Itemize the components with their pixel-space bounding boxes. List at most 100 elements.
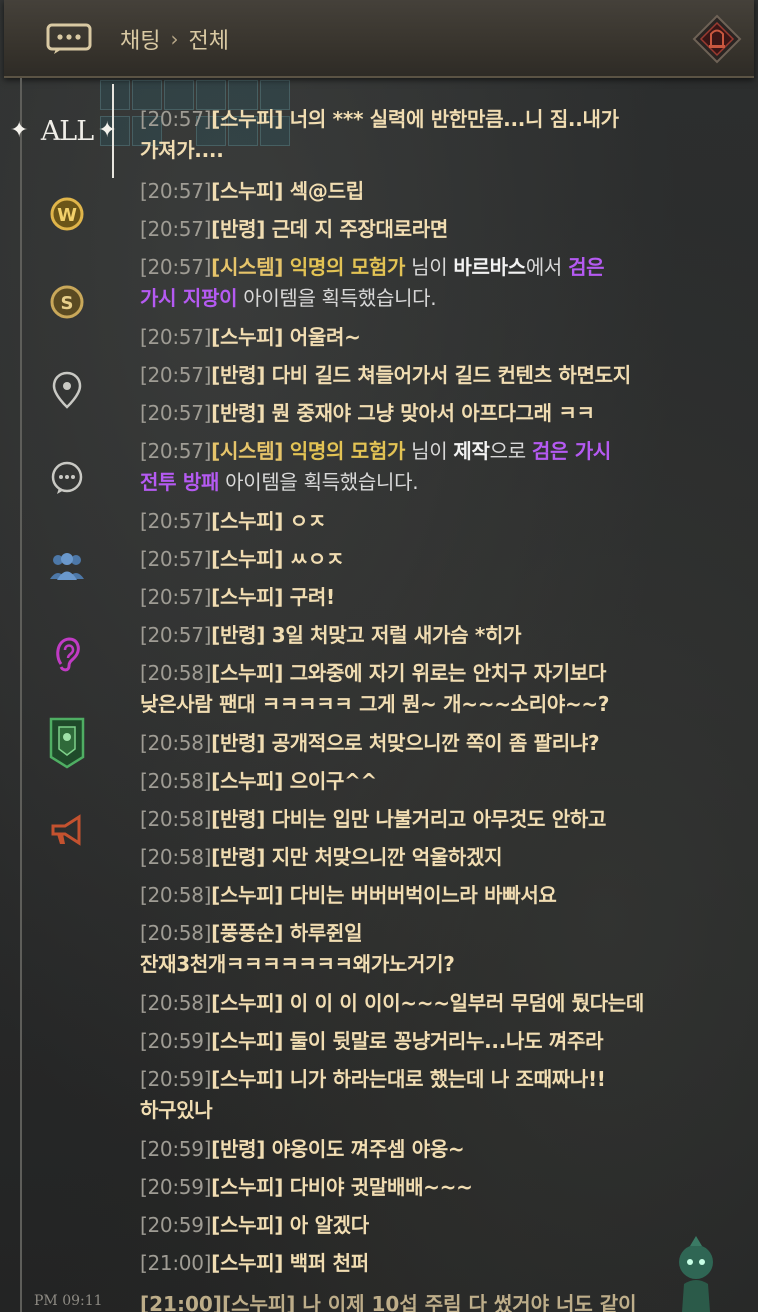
- cut-off-message: [21:00][스누피] 나 이제 10섭 주림 다 썼거야 너도 같이: [140, 1292, 637, 1312]
- message-text: 으이구^^: [283, 769, 378, 793]
- chat-message[interactable]: [20:58][반령] 지만 처맞으니깐 억울하겠지: [140, 842, 700, 873]
- message-sender[interactable]: [스누피]: [211, 769, 283, 793]
- chat-bubble-icon[interactable]: [46, 23, 92, 55]
- message-sender[interactable]: [스누피]: [211, 661, 283, 685]
- chat-message[interactable]: [20:57][시스템] 익명의 모험가 님이 바르바스에서 검은 가시 지팡이 …: [140, 252, 700, 314]
- tab-world[interactable]: W: [22, 184, 112, 244]
- message-timestamp: [20:57]: [140, 325, 212, 349]
- tab-general[interactable]: [22, 448, 112, 508]
- message-sender[interactable]: [반령]: [211, 845, 265, 869]
- message-timestamp: [20:59]: [140, 1213, 212, 1237]
- message-sender[interactable]: [스누피]: [211, 991, 283, 1015]
- chat-message[interactable]: [20:58][반령] 다비는 입만 나불거리고 아무것도 안하고: [140, 804, 700, 835]
- tab-location[interactable]: [22, 360, 112, 420]
- message-sender[interactable]: [스누피]: [211, 547, 283, 571]
- message-timestamp: [20:58]: [140, 991, 212, 1015]
- message-timestamp: [20:58]: [140, 661, 212, 685]
- chat-message[interactable]: [20:57][반령] 3일 처맞고 저럴 새가슴 *히가: [140, 620, 700, 651]
- chat-message[interactable]: [20:59][스누피] 다비야 귓말배배~~~: [140, 1172, 700, 1203]
- chat-message[interactable]: [20:58][스누피] 다비는 버버버벅이느라 바빠서요: [140, 880, 700, 911]
- message-sender[interactable]: [스누피]: [211, 883, 283, 907]
- breadcrumb-root[interactable]: 채팅: [120, 23, 160, 55]
- message-line: [20:59][스누피] 다비야 귓말배배~~~: [140, 1172, 700, 1203]
- chat-message[interactable]: [20:57][스누피] 어울려~: [140, 322, 700, 353]
- message-sender[interactable]: [반령]: [211, 623, 265, 647]
- message-sender[interactable]: [반령]: [211, 363, 265, 387]
- chat-message[interactable]: [20:59][반령] 야옹이도 껴주셈 야옹~: [140, 1134, 700, 1165]
- chat-message[interactable]: [20:57][반령] 뭔 중재야 그냥 맞아서 아프다그래 ㅋㅋ: [140, 398, 700, 429]
- item-name[interactable]: 전투 방패: [140, 470, 219, 494]
- message-sender[interactable]: [반령]: [211, 217, 265, 241]
- message-text: 야옹이도 껴주셈 야옹~: [265, 1137, 465, 1161]
- system-text: 님이: [405, 439, 454, 463]
- message-line: [20:57][스누피] 너의 *** 실력에 반한만큼...니 짐..내가: [140, 104, 700, 135]
- chat-message[interactable]: [20:57][스누피] 구려!: [140, 582, 700, 613]
- message-text: 잔재3천개ㅋㅋㅋㅋㅋㅋㅋ왜가노거기?: [140, 952, 455, 976]
- message-line: [20:59][스누피] 둘이 뒷말로 꽁냥거리누...나도 껴주라: [140, 1026, 700, 1057]
- tab-guild[interactable]: [22, 712, 112, 772]
- message-sender[interactable]: [풍풍순]: [211, 921, 283, 945]
- chat-message[interactable]: [20:57][스누피] 너의 *** 실력에 반한만큼...니 짐..내가 가져…: [140, 104, 700, 166]
- message-text: 뭔 중재야 그냥 맞아서 아프다그래 ㅋㅋ: [265, 401, 595, 425]
- message-sender[interactable]: [스누피]: [211, 179, 283, 203]
- tab-whisper[interactable]: [22, 624, 112, 684]
- message-line: 하구있나: [140, 1095, 700, 1126]
- message-sender[interactable]: [스누피]: [211, 585, 283, 609]
- message-line: 전투 방패 아이템을 획득했습니다.: [140, 467, 700, 498]
- message-line: [20:57][반령] 3일 처맞고 저럴 새가슴 *히가: [140, 620, 700, 651]
- chat-message[interactable]: [20:57][스누피] ㅆㅇㅈ: [140, 544, 700, 575]
- message-timestamp: [20:57]: [140, 509, 212, 533]
- chat-message[interactable]: [20:58][반령] 공개적으로 처맞으니깐 쪽이 좀 팔리냐?: [140, 728, 700, 759]
- message-timestamp: [20:57]: [140, 107, 212, 131]
- message-sender[interactable]: [반령]: [211, 401, 265, 425]
- chat-message[interactable]: [21:00][스누피] 백퍼 천퍼: [140, 1248, 700, 1279]
- chat-message[interactable]: [20:57][반령] 다비 길드 쳐들어가서 길드 컨텐츠 하면도지: [140, 360, 700, 391]
- message-sender[interactable]: [스누피]: [211, 325, 283, 349]
- message-line: [20:58][반령] 공개적으로 처맞으니깐 쪽이 좀 팔리냐?: [140, 728, 700, 759]
- chat-message[interactable]: [20:58][스누피] 으이구^^: [140, 766, 700, 797]
- chat-message[interactable]: [20:57][시스템] 익명의 모험가 님이 제작으로 검은 가시 전투 방패 …: [140, 436, 700, 498]
- chat-message[interactable]: [20:58][풍풍순] 하루쥔일 잔재3천개ㅋㅋㅋㅋㅋㅋㅋ왜가노거기?: [140, 918, 700, 980]
- system-sender: [시스템]: [211, 439, 284, 463]
- chat-message[interactable]: [20:57][반령] 근데 지 주장대로라면: [140, 214, 700, 245]
- message-sender[interactable]: [스누피]: [211, 1213, 283, 1237]
- message-sender[interactable]: [스누피]: [211, 509, 283, 533]
- adventurer-name[interactable]: 익명의 모험가: [283, 439, 406, 463]
- tab-announcement[interactable]: [22, 800, 112, 860]
- adventurer-name[interactable]: 익명의 모험가: [283, 255, 406, 279]
- item-name[interactable]: 가시 지팡이: [140, 286, 237, 310]
- svg-text:W: W: [57, 205, 77, 226]
- chat-message[interactable]: [20:59][스누피] 니가 하라는대로 했는데 나 조때짜나!! 하구있나: [140, 1064, 700, 1126]
- message-sender[interactable]: [반령]: [211, 731, 265, 755]
- message-line: 잔재3천개ㅋㅋㅋㅋㅋㅋㅋ왜가노거기?: [140, 949, 700, 980]
- message-sender[interactable]: [반령]: [211, 807, 265, 831]
- message-text: 둘이 뒷말로 꽁냥거리누...나도 껴주라: [283, 1029, 604, 1053]
- item-name[interactable]: 검은 가시: [532, 439, 611, 463]
- message-line: [20:58][스누피] 이 이 이 이이~~~일부러 무덤에 뒀다는데: [140, 988, 700, 1019]
- chat-message[interactable]: [20:57][스누피] 섹@드립: [140, 176, 700, 207]
- message-line: [20:57][시스템] 익명의 모험가 님이 제작으로 검은 가시: [140, 436, 700, 467]
- message-sender[interactable]: [스누피]: [211, 107, 283, 131]
- message-text: 아 알겠다: [283, 1213, 369, 1237]
- message-sender[interactable]: [스누피]: [211, 1175, 283, 1199]
- chat-message[interactable]: [20:58][스누피] 그와중에 자기 위로는 안치구 자기보다 낮은사람 팬대…: [140, 658, 700, 720]
- item-name[interactable]: 검은: [568, 255, 605, 279]
- chat-message[interactable]: [20:57][스누피] ㅇㅈ: [140, 506, 700, 537]
- chat-message[interactable]: [20:59][스누피] 둘이 뒷말로 꽁냥거리누...나도 껴주라: [140, 1026, 700, 1057]
- message-timestamp: [20:59]: [140, 1175, 212, 1199]
- message-line: [20:58][스누피] 그와중에 자기 위로는 안치구 자기보다: [140, 658, 700, 689]
- message-sender[interactable]: [반령]: [211, 1137, 265, 1161]
- message-sender[interactable]: [스누피]: [211, 1251, 283, 1275]
- message-sender[interactable]: [스누피]: [211, 1029, 283, 1053]
- svg-text:S: S: [61, 293, 74, 314]
- mascot-character-icon[interactable]: [666, 1232, 726, 1312]
- system-text: 에서: [525, 255, 569, 279]
- guild-emblem-icon[interactable]: [692, 14, 742, 64]
- tab-party[interactable]: [22, 536, 112, 596]
- tab-server[interactable]: S: [22, 272, 112, 332]
- tab-all[interactable]: ✦ ALL ✦: [10, 84, 116, 178]
- chat-message[interactable]: [20:58][스누피] 이 이 이 이이~~~일부러 무덤에 뒀다는데: [140, 988, 700, 1019]
- megaphone-icon: [51, 814, 81, 846]
- chat-message[interactable]: [20:59][스누피] 아 알겠다: [140, 1210, 700, 1241]
- message-sender[interactable]: [스누피]: [211, 1067, 283, 1091]
